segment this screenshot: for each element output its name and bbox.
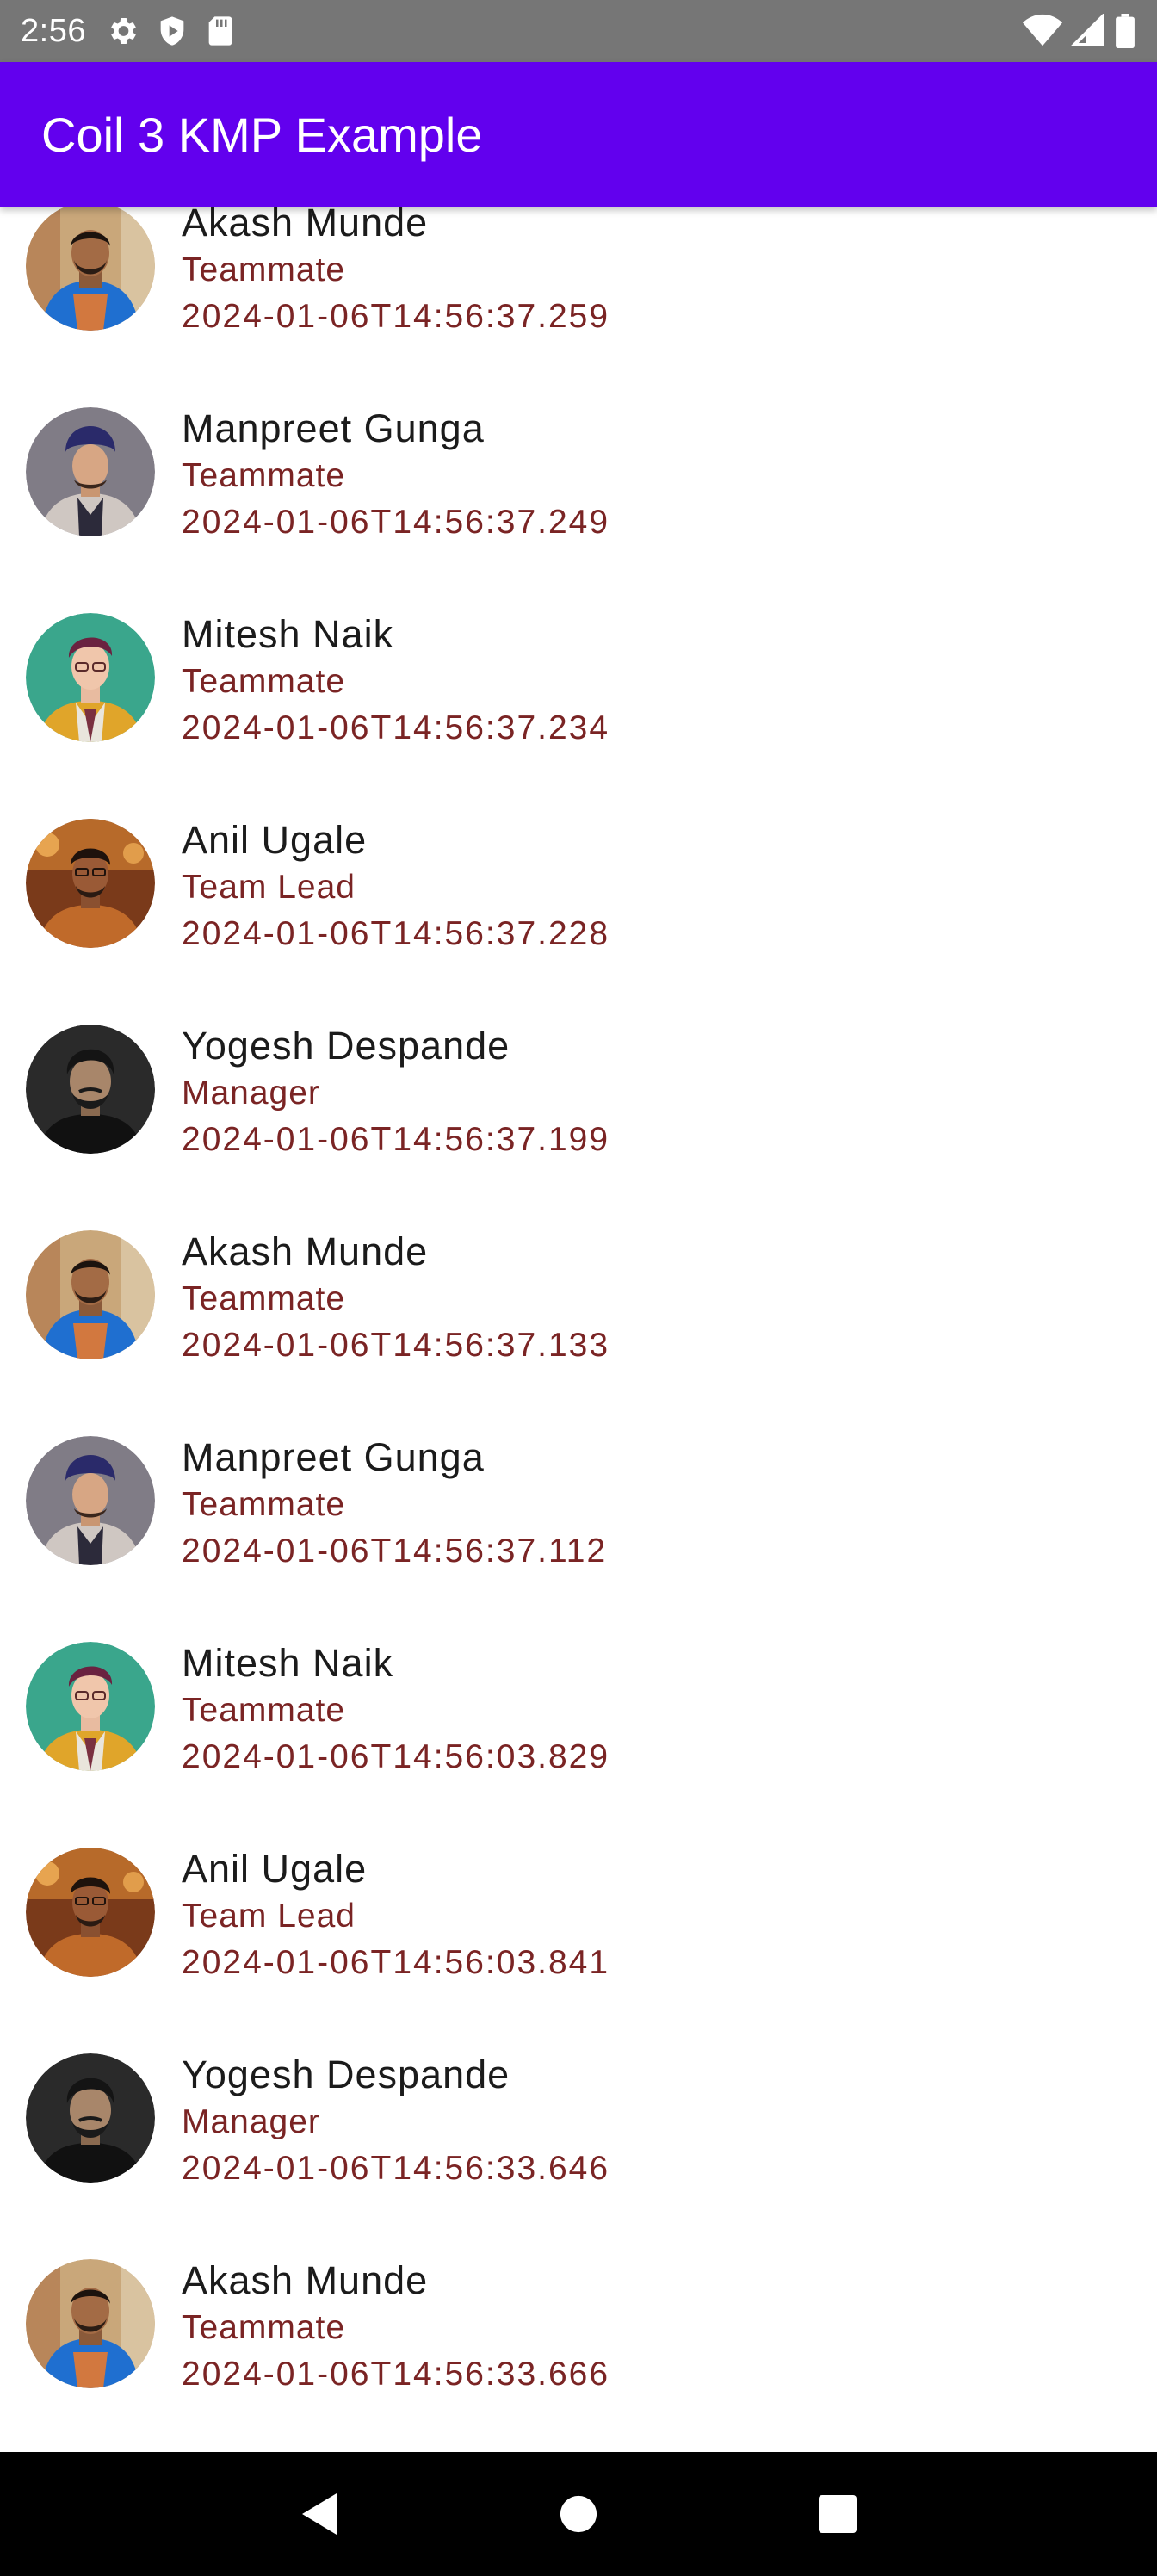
status-icons-right — [1023, 14, 1136, 48]
person-timestamp: 2024-01-06T14:56:37.199 — [182, 1121, 610, 1158]
navigation-bar — [0, 2452, 1157, 2576]
recents-button[interactable] — [803, 2480, 872, 2548]
list-item[interactable]: Yogesh Despande Manager 2024-01-06T14:56… — [0, 1016, 1157, 1222]
manpreet-avatar-image — [26, 1436, 155, 1565]
person-role: Teammate — [182, 2309, 346, 2346]
home-icon — [560, 2495, 597, 2533]
person-timestamp: 2024-01-06T14:56:37.112 — [182, 1533, 608, 1570]
person-name: Mitesh Naik — [182, 1641, 394, 1685]
person-role: Team Lead — [182, 1898, 356, 1935]
list-item[interactable]: Anil Ugale Team Lead 2024-01-06T14:56:03… — [0, 1839, 1157, 2045]
list-item[interactable]: Yogesh Despande Manager 2024-01-06T14:56… — [0, 2045, 1157, 2251]
person-name: Akash Munde — [182, 207, 429, 245]
list-item[interactable]: Mitesh Naik Teammate 2024-01-06T14:56:03… — [0, 1633, 1157, 1839]
list-item-text: Yogesh Despande Manager 2024-01-06T14:56… — [182, 2045, 609, 2185]
list-item[interactable]: Manpreet Gunga Teammate 2024-01-06T14:56… — [0, 1427, 1157, 1633]
gear-icon — [105, 14, 139, 48]
anil-avatar-image — [26, 819, 155, 948]
person-list[interactable]: Akash Munde Teammate 2024-01-06T14:56:37… — [0, 207, 1157, 2452]
person-timestamp: 2024-01-06T14:56:03.841 — [182, 1944, 610, 1981]
person-list-content: Akash Munde Teammate 2024-01-06T14:56:37… — [0, 207, 1157, 2452]
sd-card-icon — [205, 14, 236, 48]
person-timestamp: 2024-01-06T14:56:03.829 — [182, 1738, 610, 1775]
back-button[interactable] — [285, 2480, 354, 2548]
manpreet-avatar-image — [26, 407, 155, 536]
status-time: 2:56 — [21, 12, 86, 49]
akash-avatar-image — [26, 207, 155, 331]
app-title: Coil 3 KMP Example — [41, 107, 483, 162]
person-name: Akash Munde — [182, 1229, 429, 1273]
shield-play-icon — [155, 14, 189, 48]
person-role: Teammate — [182, 663, 346, 700]
list-item-text: Manpreet Gunga Teammate 2024-01-06T14:56… — [182, 399, 609, 539]
akash-avatar-image — [26, 1230, 155, 1359]
avatar — [26, 2053, 155, 2183]
person-role: Teammate — [182, 457, 346, 494]
avatar — [26, 613, 155, 742]
person-role: Team Lead — [182, 869, 356, 906]
avatar — [26, 407, 155, 536]
list-item[interactable]: Manpreet Gunga Teammate 2024-01-06T14:56… — [0, 399, 1157, 604]
back-icon — [301, 2493, 337, 2535]
person-name: Yogesh Despande — [182, 2053, 510, 2096]
person-timestamp: 2024-01-06T14:56:37.228 — [182, 915, 610, 952]
list-item[interactable]: Akash Munde Teammate 2024-01-06T14:56:33… — [0, 2251, 1157, 2452]
person-timestamp: 2024-01-06T14:56:33.646 — [182, 2150, 610, 2187]
list-item-text: Mitesh Naik Teammate 2024-01-06T14:56:03… — [182, 1633, 609, 1774]
list-item-text: Anil Ugale Team Lead 2024-01-06T14:56:37… — [182, 810, 609, 951]
person-timestamp: 2024-01-06T14:56:37.249 — [182, 504, 610, 541]
person-role: Manager — [182, 2103, 320, 2140]
avatar — [26, 1025, 155, 1154]
akash-avatar-image — [26, 2259, 155, 2388]
list-item-text: Akash Munde Teammate 2024-01-06T14:56:37… — [182, 1222, 609, 1362]
avatar — [26, 1848, 155, 1977]
person-role: Teammate — [182, 1486, 346, 1523]
person-name: Manpreet Gunga — [182, 1435, 485, 1479]
mitesh-avatar-image — [26, 1642, 155, 1771]
app-bar: Coil 3 KMP Example — [0, 62, 1157, 207]
list-item[interactable]: Akash Munde Teammate 2024-01-06T14:56:37… — [0, 1222, 1157, 1427]
avatar — [26, 1436, 155, 1565]
person-name: Akash Munde — [182, 2258, 429, 2302]
list-item[interactable]: Mitesh Naik Teammate 2024-01-06T14:56:37… — [0, 604, 1157, 810]
yogesh-avatar-image — [26, 1025, 155, 1154]
avatar — [26, 2259, 155, 2388]
person-name: Anil Ugale — [182, 818, 368, 862]
list-item-text: Yogesh Despande Manager 2024-01-06T14:56… — [182, 1016, 609, 1156]
person-role: Teammate — [182, 1280, 346, 1317]
list-item[interactable]: Anil Ugale Team Lead 2024-01-06T14:56:37… — [0, 810, 1157, 1016]
yogesh-avatar-image — [26, 2053, 155, 2183]
recents-icon — [819, 2495, 857, 2533]
person-name: Yogesh Despande — [182, 1024, 510, 1068]
list-item-text: Anil Ugale Team Lead 2024-01-06T14:56:03… — [182, 1839, 609, 1979]
person-role: Teammate — [182, 251, 346, 288]
person-timestamp: 2024-01-06T14:56:37.234 — [182, 709, 610, 746]
list-item-text: Mitesh Naik Teammate 2024-01-06T14:56:37… — [182, 604, 609, 745]
status-bar: 2:56 — [0, 0, 1157, 62]
cell-signal-icon — [1071, 14, 1105, 48]
list-item-text: Akash Munde Teammate 2024-01-06T14:56:37… — [182, 207, 609, 333]
wifi-icon — [1023, 14, 1062, 48]
anil-avatar-image — [26, 1848, 155, 1977]
person-name: Mitesh Naik — [182, 612, 394, 656]
status-icons-left — [105, 14, 236, 48]
avatar — [26, 819, 155, 948]
home-button[interactable] — [544, 2480, 613, 2548]
avatar — [26, 1230, 155, 1359]
person-role: Manager — [182, 1074, 320, 1112]
list-item-text: Manpreet Gunga Teammate 2024-01-06T14:56… — [182, 1427, 607, 1568]
person-timestamp: 2024-01-06T14:56:33.666 — [182, 2356, 610, 2393]
person-role: Teammate — [182, 1692, 346, 1729]
person-timestamp: 2024-01-06T14:56:37.133 — [182, 1327, 610, 1364]
person-name: Manpreet Gunga — [182, 406, 485, 450]
avatar — [26, 1642, 155, 1771]
person-timestamp: 2024-01-06T14:56:37.259 — [182, 298, 610, 335]
avatar — [26, 207, 155, 331]
list-item-text: Akash Munde Teammate 2024-01-06T14:56:33… — [182, 2251, 609, 2391]
battery-icon — [1114, 14, 1136, 48]
person-name: Anil Ugale — [182, 1847, 368, 1891]
mitesh-avatar-image — [26, 613, 155, 742]
list-item[interactable]: Akash Munde Teammate 2024-01-06T14:56:37… — [0, 207, 1157, 399]
